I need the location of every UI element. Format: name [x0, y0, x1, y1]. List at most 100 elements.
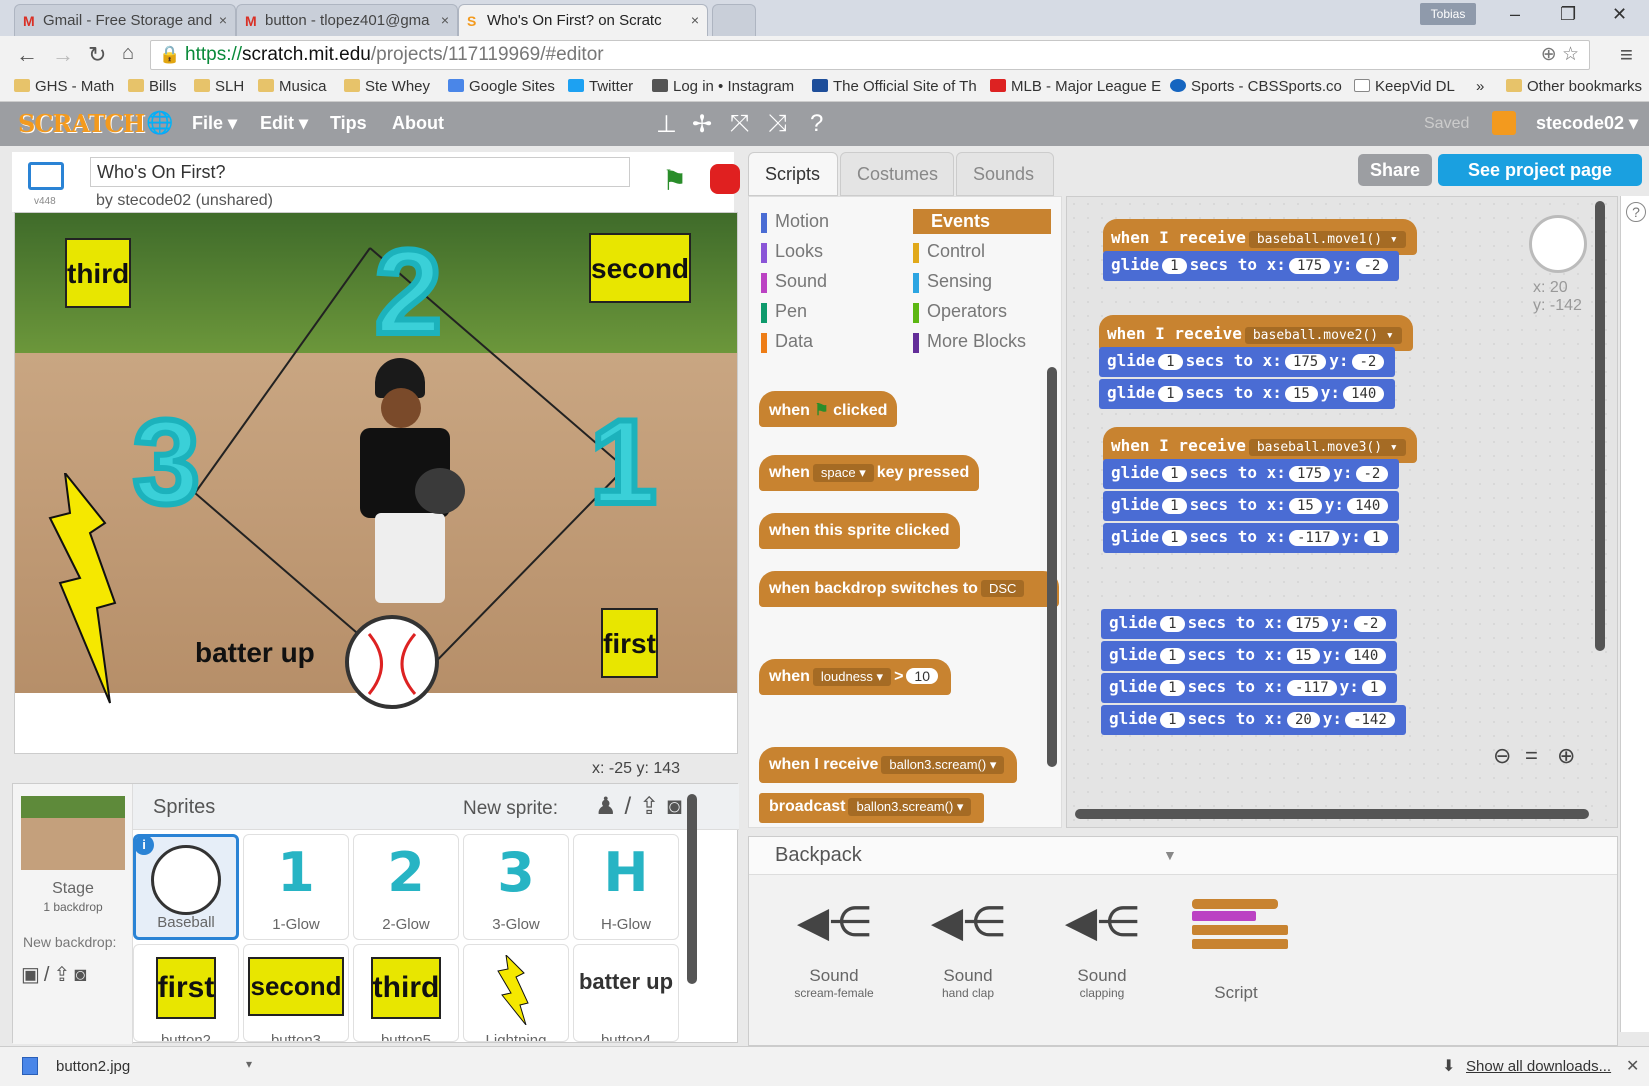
hat-when-i-receive-move2[interactable]: when I receive baseball.move2() ▾ [1099, 315, 1413, 351]
home-icon[interactable]: ⌂ [122, 42, 134, 65]
window-close-icon[interactable]: ✕ [1612, 4, 1627, 25]
delete-icon[interactable]: ✢ [692, 110, 712, 139]
restore-icon[interactable]: ❐ [1560, 4, 1576, 25]
share-button[interactable]: Share [1358, 154, 1432, 186]
bookmark-item[interactable]: Bills [128, 78, 177, 95]
new-tab-button[interactable] [712, 4, 756, 36]
menu-tips[interactable]: Tips [330, 113, 367, 134]
help-icon[interactable]: ? [1626, 202, 1646, 222]
bookmarks-overflow[interactable]: » [1476, 78, 1484, 95]
category-pen[interactable]: Pen [761, 301, 807, 323]
my-stuff-icon[interactable] [1492, 111, 1516, 135]
chevron-down-icon[interactable]: ▼ [1163, 847, 1177, 863]
bookmark-item[interactable]: The Official Site of Th [812, 78, 977, 95]
bookmark-item[interactable]: SLH [194, 78, 244, 95]
bookmark-item[interactable]: Google Sites [448, 78, 555, 95]
script-area[interactable]: when I receive baseball.move1() ▾ glide 1 s… [1066, 196, 1618, 828]
new-backdrop-icons[interactable]: ▣/⇪◙ [21, 962, 90, 987]
bookmark-item[interactable]: Sports - CBSSports.co [1170, 78, 1342, 95]
info-icon[interactable]: i [134, 835, 154, 855]
glide-block[interactable]: glide 1 secs to x: -117 y: 1 [1103, 523, 1400, 553]
browser-tab-scratch[interactable]: S Who's On First? on Scratc × [458, 4, 708, 36]
sprite-tile-button3[interactable]: second button3 [243, 944, 349, 1042]
glide-block[interactable]: glide 1 secs to x: 15 y: 140 [1103, 491, 1400, 521]
block-when-backdrop-switches[interactable]: when backdrop switches to DSC [759, 571, 1059, 607]
script-h-scrollbar[interactable] [1075, 809, 1589, 819]
category-motion[interactable]: Motion [761, 211, 829, 233]
globe-icon[interactable]: 🌐 [146, 110, 173, 136]
tab-scripts[interactable]: Scripts [748, 152, 838, 196]
sprite-scrollbar[interactable] [687, 794, 697, 984]
block-when-sprite-clicked[interactable]: when this sprite clicked [759, 513, 960, 549]
lightning-sprite[interactable] [45, 473, 125, 713]
block-when-i-receive[interactable]: when I receive ballon3.scream() ▾ [759, 747, 1018, 783]
category-sound[interactable]: Sound [761, 271, 827, 293]
glide-block[interactable]: glide 1 secs to x: 15 y: 140 [1101, 641, 1398, 671]
hat-when-i-receive-move1[interactable]: when I receive baseball.move1() ▾ [1103, 219, 1417, 255]
hat-when-i-receive-move3[interactable]: when I receive baseball.move3() ▾ [1103, 427, 1417, 463]
zoom-reset-icon[interactable]: = [1525, 743, 1538, 769]
bookmark-item[interactable]: MLB - Major League E [990, 78, 1161, 95]
sprite-tile-1-glow[interactable]: 1 1-Glow [243, 834, 349, 940]
glide-block[interactable]: glide 1 secs to x: 20 y: -142 [1101, 705, 1406, 735]
presentation-mode-icon[interactable] [28, 162, 64, 190]
bookmark-item[interactable]: GHS - Math [14, 78, 114, 95]
zoom-in-icon[interactable]: ⊕ [1557, 743, 1575, 769]
url-input[interactable]: 🔒 https://scratch.mit.edu/projects/11711… [150, 40, 1590, 70]
sprite-tile-3-glow[interactable]: 3 3-Glow [463, 834, 569, 940]
backpack-item-sound[interactable]: ◀⋲ Sound hand clap [913, 897, 1023, 1000]
backpack-header[interactable]: Backpack ▼ [749, 837, 1617, 875]
menu-icon[interactable]: ≡ [1620, 42, 1633, 68]
category-control[interactable]: Control [913, 241, 985, 263]
user-menu[interactable]: stecode02 ▾ [1536, 113, 1638, 134]
sprite-tile-baseball[interactable]: i Baseball [133, 834, 239, 940]
grow-icon[interactable]: ⤧ [730, 110, 749, 138]
category-looks[interactable]: Looks [761, 241, 823, 263]
zoom-out-icon[interactable]: ⊖ [1493, 743, 1511, 769]
zoom-star-icons[interactable]: ⊕ ☆ [1541, 41, 1579, 69]
close-icon[interactable]: × [219, 12, 227, 28]
glide-block[interactable]: glide 1 secs to x: 15 y: 140 [1099, 379, 1396, 409]
tab-sounds[interactable]: Sounds [956, 152, 1054, 196]
sprite-number-3[interactable]: 3 [130, 392, 203, 532]
glide-block[interactable]: glide 1 secs to x: 175 y: -2 [1101, 609, 1398, 639]
sprite-tile-button4[interactable]: batter up button4 [573, 944, 679, 1042]
download-filename[interactable]: button2.jpg [56, 1058, 130, 1075]
menu-edit[interactable]: Edit ▾ [260, 113, 308, 134]
sprite-first[interactable]: first [601, 608, 658, 678]
sprite-tile-button5[interactable]: third button5 [353, 944, 459, 1042]
scratch-logo[interactable]: SCRATCH [18, 109, 145, 138]
glide-block[interactable]: glide 1 secs to x: 175 y: -2 [1099, 347, 1396, 377]
menu-file[interactable]: File ▾ [192, 113, 237, 134]
bookmark-item[interactable]: Twitter [568, 78, 633, 95]
bookmark-item[interactable]: KeepVid DL [1354, 78, 1455, 95]
bookmark-item[interactable]: Log in • Instagram [652, 78, 794, 95]
baseball-sprite[interactable] [345, 615, 439, 709]
see-project-page-button[interactable]: See project page [1438, 154, 1642, 186]
backpack-item-script[interactable]: Script [1181, 897, 1291, 1003]
category-sensing[interactable]: Sensing [913, 271, 992, 293]
close-icon[interactable]: ✕ [1626, 1056, 1639, 1076]
forward-icon[interactable]: → [52, 42, 74, 68]
sprite-tile-h-glow[interactable]: H H-Glow [573, 834, 679, 940]
minimize-icon[interactable]: – [1510, 4, 1520, 25]
sprite-number-1[interactable]: 1 [587, 392, 660, 532]
sprite-tile-lightning[interactable]: Lightning [463, 944, 569, 1042]
sprite-number-2[interactable]: 2 [372, 222, 445, 362]
sprite-tile-2-glow[interactable]: 2 2-Glow [353, 834, 459, 940]
block-when-flag-clicked[interactable]: when ⚑ clicked [759, 391, 898, 427]
new-sprite-icons[interactable]: ♟/⇪◙ [595, 792, 690, 821]
sprite-batter-up[interactable]: batter up [195, 623, 315, 681]
sprite-tile-button2[interactable]: first button2 [133, 944, 239, 1042]
help-icon[interactable]: ? [810, 110, 823, 138]
profile-chip[interactable]: Tobias [1420, 3, 1476, 25]
block-broadcast[interactable]: broadcast ballon3.scream() ▾ [759, 793, 985, 823]
stop-sign-icon[interactable] [710, 164, 740, 194]
glide-block[interactable]: glide 1 secs to x: 175 y: -2 [1103, 251, 1400, 281]
backpack-item-sound[interactable]: ◀⋲ Sound scream-female [779, 897, 889, 1000]
bookmark-item[interactable]: Ste Whey [344, 78, 430, 95]
glide-block[interactable]: glide 1 secs to x: -117 y: 1 [1101, 673, 1398, 703]
close-icon[interactable]: × [441, 12, 449, 28]
stage-canvas[interactable]: 2 3 1 third second first batter up [14, 212, 738, 754]
backpack-item-sound[interactable]: ◀⋲ Sound clapping [1047, 897, 1157, 1000]
